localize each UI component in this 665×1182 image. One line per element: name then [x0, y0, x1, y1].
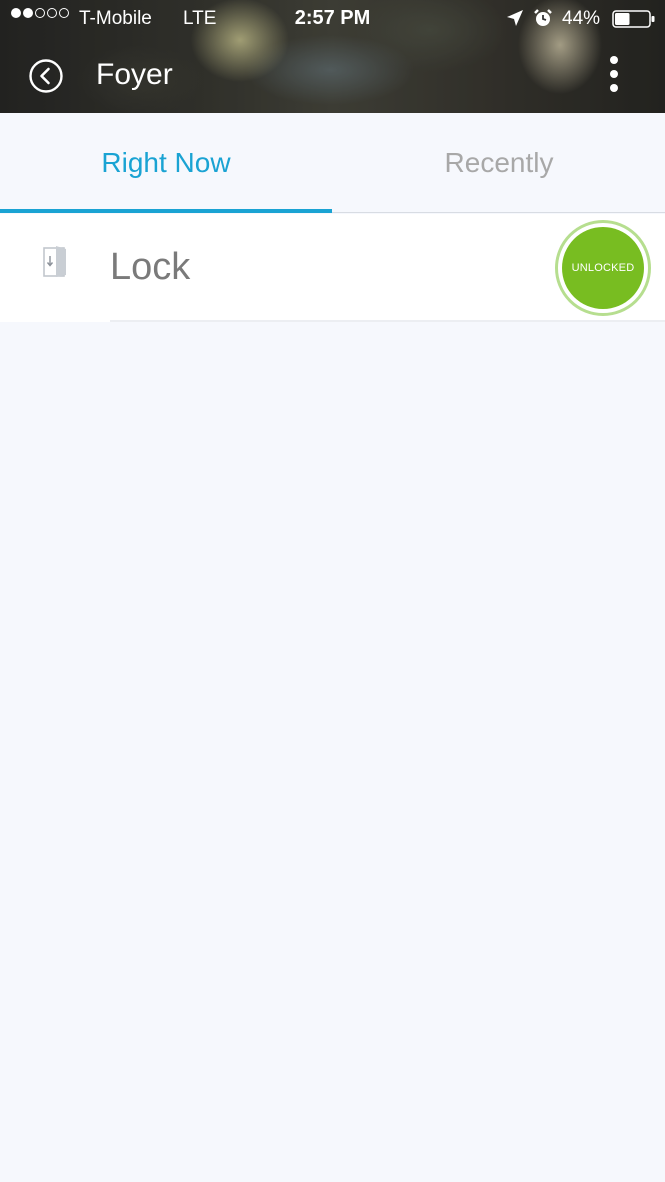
back-button[interactable] [28, 58, 64, 94]
row-divider [110, 320, 665, 322]
device-row-lock[interactable]: Lock UNLOCKED [0, 214, 665, 322]
more-options-button[interactable] [600, 54, 628, 96]
lock-state-toggle[interactable]: UNLOCKED [555, 220, 651, 316]
active-tab-indicator [0, 209, 332, 213]
battery-icon [612, 10, 656, 34]
lock-state-label: UNLOCKED [562, 227, 644, 309]
status-bar: T-Mobile LTE 2:57 PM 44% [0, 0, 665, 38]
location-arrow-icon [506, 9, 524, 33]
alarm-clock-icon [533, 8, 553, 34]
back-circle-icon [29, 59, 63, 93]
battery-percentage: 44% [562, 8, 601, 29]
more-vertical-icon [610, 56, 618, 92]
device-name: Lock [110, 246, 191, 288]
tab-recently[interactable]: Recently [333, 113, 665, 213]
tab-right-now[interactable]: Right Now [0, 113, 332, 213]
page-title: Foyer [96, 58, 173, 91]
door-icon [42, 244, 68, 283]
nav-bar: Foyer [0, 38, 665, 113]
tab-bar: Right Now Recently [0, 113, 665, 213]
